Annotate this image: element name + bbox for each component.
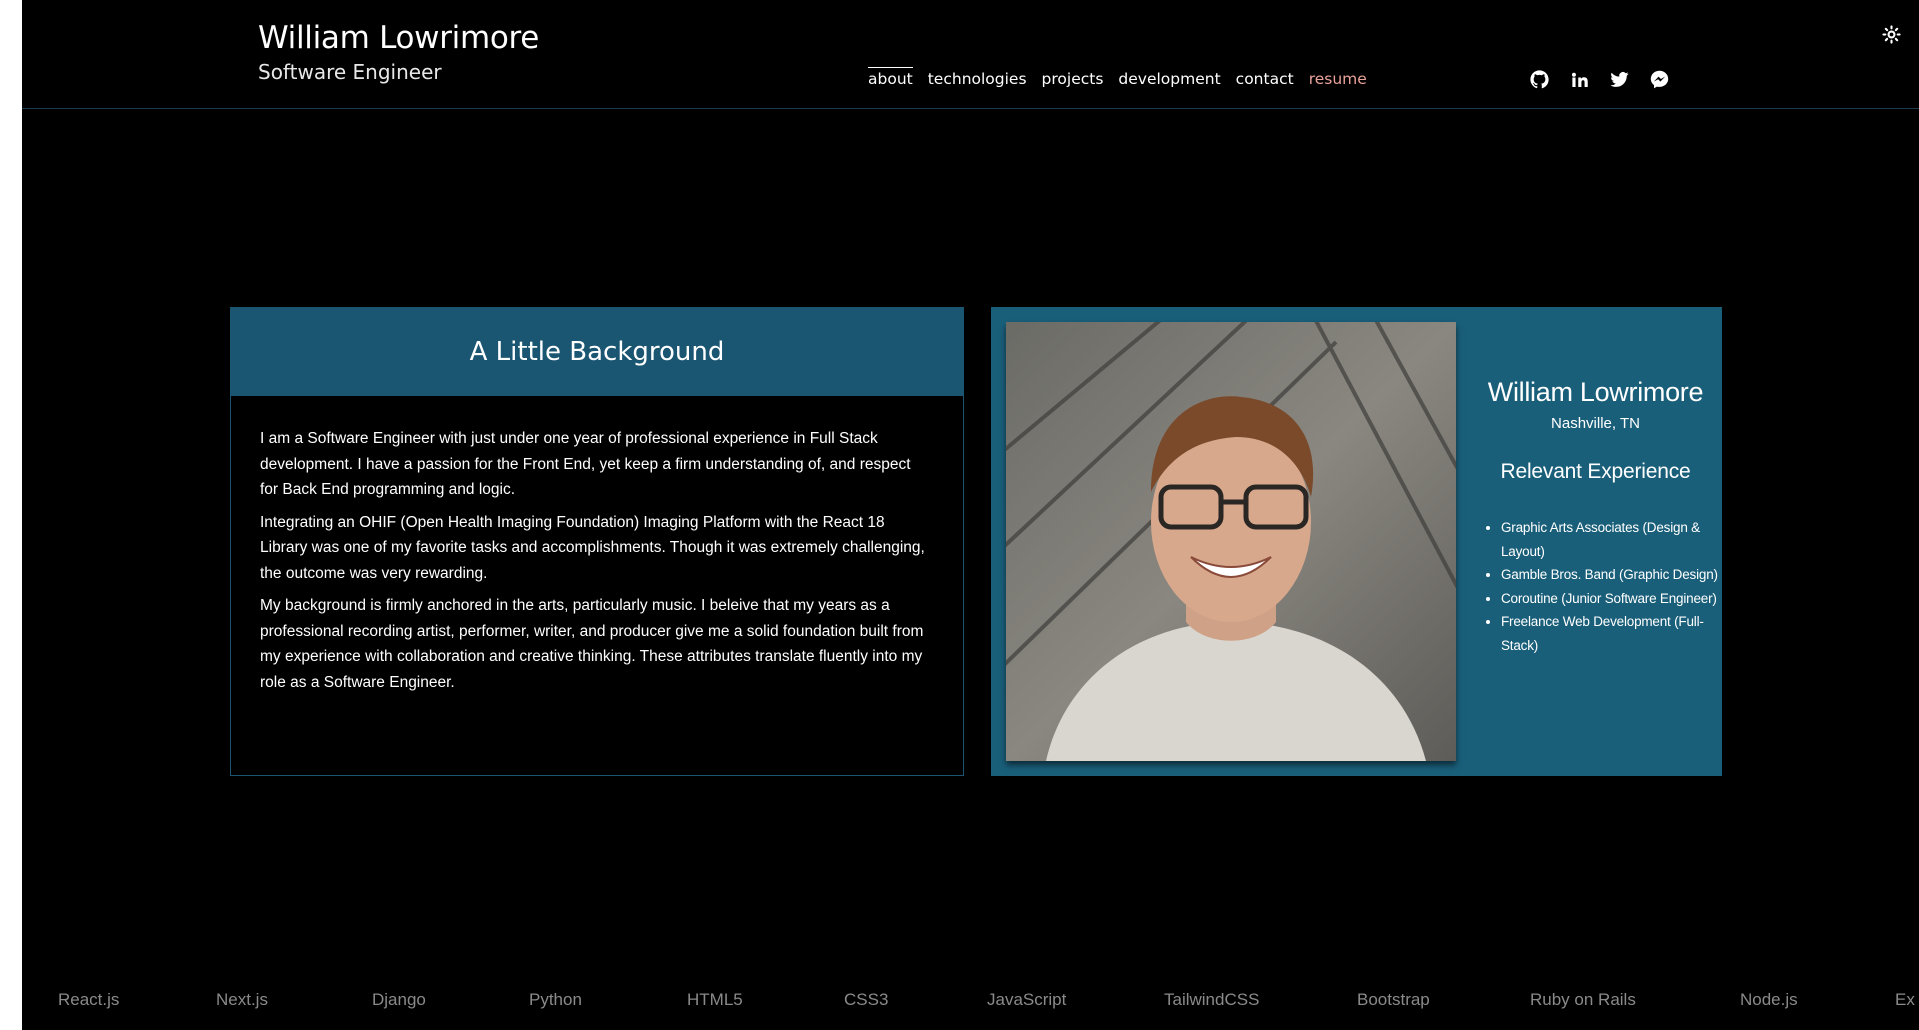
experience-item: Freelance Web Development (Full-Stack)	[1501, 610, 1731, 657]
tech-item: Ruby on Rails	[1530, 990, 1636, 1009]
nav-resume[interactable]: resume	[1309, 70, 1367, 88]
nav-about[interactable]: about	[868, 67, 913, 88]
tech-item: Ex	[1895, 990, 1915, 1009]
site-title[interactable]: William Lowrimore	[258, 20, 539, 56]
tech-item: TailwindCSS	[1164, 990, 1260, 1009]
experience-title: Relevant Experience	[1500, 460, 1691, 483]
nav-projects[interactable]: projects	[1042, 70, 1104, 88]
github-icon[interactable]	[1530, 70, 1549, 89]
tech-item: Python	[529, 990, 582, 1009]
profile-photo	[1006, 322, 1456, 761]
tech-item: HTML5	[687, 990, 743, 1009]
tech-item: React.js	[58, 990, 120, 1009]
tech-item: JavaScript	[987, 990, 1067, 1009]
main-nav: about technologies projects development …	[868, 67, 1367, 88]
tech-item: Bootstrap	[1357, 990, 1430, 1009]
nav-technologies[interactable]: technologies	[928, 70, 1027, 88]
tech-item: Node.js	[1740, 990, 1798, 1009]
page: William Lowrimore Software Engineer abou…	[22, 0, 1919, 1030]
background-paragraph: Integrating an OHIF (Open Health Imaging…	[260, 513, 925, 582]
technology-marquee: React.js Next.js Django Python HTML5 CSS…	[22, 990, 1919, 1020]
twitter-icon[interactable]	[1610, 70, 1629, 89]
nav-development[interactable]: development	[1118, 70, 1220, 88]
social-links	[1530, 70, 1669, 89]
profile-location: Nashville, TN	[1551, 415, 1640, 432]
profile-card: William Lowrimore Nashville, TN Relevant…	[991, 307, 1722, 776]
tech-item: Django	[372, 990, 426, 1009]
background-card: A Little Background I am a Software Engi…	[230, 307, 964, 776]
background-paragraph: I am a Software Engineer with just under…	[260, 430, 911, 498]
site-subtitle: Software Engineer	[258, 60, 442, 84]
site-header: William Lowrimore Software Engineer abou…	[22, 0, 1919, 109]
nav-contact[interactable]: contact	[1236, 70, 1294, 88]
sun-icon[interactable]	[1882, 25, 1901, 44]
tech-item: CSS3	[844, 990, 889, 1009]
experience-list: Graphic Arts Associates (Design & Layout…	[1477, 516, 1731, 657]
background-text: I am a Software Engineer with just under…	[260, 426, 930, 702]
background-paragraph: My background is firmly anchored in the …	[260, 597, 924, 691]
linkedin-icon[interactable]	[1570, 70, 1589, 89]
tech-item: Next.js	[216, 990, 268, 1009]
experience-item: Gamble Bros. Band (Graphic Design)	[1501, 563, 1731, 587]
experience-item: Graphic Arts Associates (Design & Layout…	[1501, 516, 1731, 563]
background-title: A Little Background	[231, 308, 963, 396]
profile-name: William Lowrimore	[1487, 377, 1704, 407]
messenger-icon[interactable]	[1650, 70, 1669, 89]
experience-item: Coroutine (Junior Software Engineer)	[1501, 587, 1731, 611]
